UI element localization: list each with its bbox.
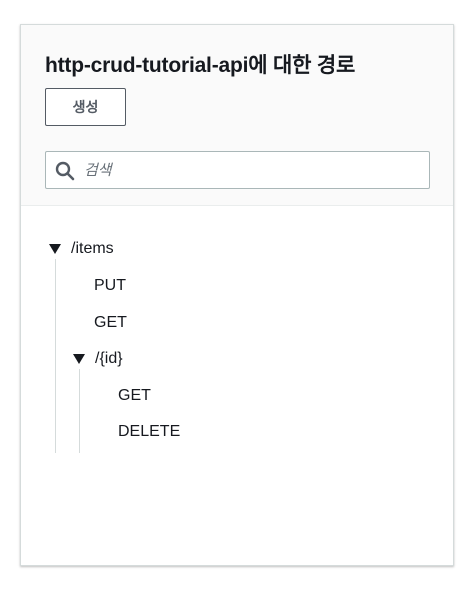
method-label: DELETE (118, 423, 181, 440)
tree-guide-line (79, 369, 80, 453)
method-delete[interactable]: DELETE (118, 419, 180, 445)
routes-panel: http-crud-tutorial-api에 대한 경로 생성 /items … (20, 24, 454, 566)
tree-node-items[interactable]: /items (49, 236, 114, 262)
method-label: PUT (94, 277, 126, 294)
search-input[interactable] (84, 152, 424, 188)
search-box[interactable] (45, 151, 430, 189)
caret-down-icon[interactable] (49, 244, 61, 254)
method-put[interactable]: PUT (94, 273, 126, 299)
method-label: GET (94, 314, 127, 331)
resource-path-label: /items (71, 240, 114, 257)
resource-path-label: /{id} (95, 350, 123, 367)
search-icon (55, 161, 75, 181)
panel-header: http-crud-tutorial-api에 대한 경로 생성 (21, 25, 453, 206)
create-button[interactable]: 생성 (45, 88, 126, 126)
method-get[interactable]: GET (118, 383, 151, 409)
tree-node-id[interactable]: /{id} (73, 346, 123, 372)
tree-guide-line (55, 259, 56, 453)
method-get[interactable]: GET (94, 310, 127, 336)
method-label: GET (118, 387, 151, 404)
panel-title: http-crud-tutorial-api에 대한 경로 (45, 54, 356, 77)
caret-down-icon[interactable] (73, 354, 85, 364)
